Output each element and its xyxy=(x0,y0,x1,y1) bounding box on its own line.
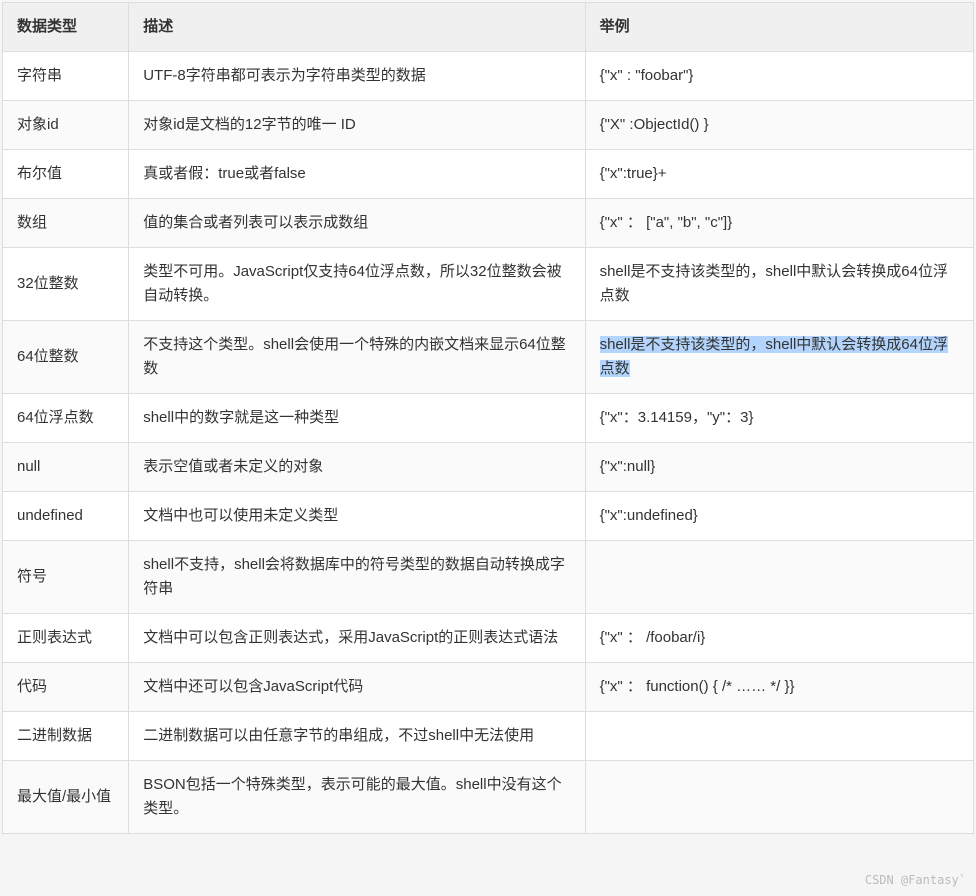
cell-type: 字符串 xyxy=(3,52,129,101)
table-header-row: 数据类型 描述 举例 xyxy=(3,3,974,52)
cell-type: 布尔值 xyxy=(3,150,129,199)
table-row: null表示空值或者未定义的对象{"x":null} xyxy=(3,443,974,492)
watermark: CSDN @Fantasy` xyxy=(865,871,966,890)
cell-example: {"x" : "foobar"} xyxy=(585,52,973,101)
cell-type: 数组 xyxy=(3,199,129,248)
cell-type: 32位整数 xyxy=(3,248,129,321)
cell-example: {"x":undefined} xyxy=(585,492,973,541)
table-row: 字符串UTF-8字符串都可表示为字符串类型的数据{"x" : "foobar"} xyxy=(3,52,974,101)
cell-example: {"x" ： ["a", "b", "c"]} xyxy=(585,199,973,248)
cell-example xyxy=(585,712,973,761)
cell-desc: 真或者假：true或者false xyxy=(129,150,585,199)
cell-desc: 二进制数据可以由任意字节的串组成，不过shell中无法使用 xyxy=(129,712,585,761)
table-row: 数组值的集合或者列表可以表示成数组{"x" ： ["a", "b", "c"]} xyxy=(3,199,974,248)
cell-desc: 不支持这个类型。shell会使用一个特殊的内嵌文档来显示64位整数 xyxy=(129,321,585,394)
cell-desc: 文档中也可以使用未定义类型 xyxy=(129,492,585,541)
cell-example xyxy=(585,761,973,834)
cell-example: {"x"：3.14159，"y"：3} xyxy=(585,394,973,443)
cell-type: 对象id xyxy=(3,101,129,150)
header-desc: 描述 xyxy=(129,3,585,52)
cell-example: {"X" :ObjectId() } xyxy=(585,101,973,150)
cell-type: 二进制数据 xyxy=(3,712,129,761)
cell-example: shell是不支持该类型的，shell中默认会转换成64位浮点数 xyxy=(585,321,973,394)
cell-desc: 类型不可用。JavaScript仅支持64位浮点数，所以32位整数会被自动转换。 xyxy=(129,248,585,321)
cell-type: 最大值/最小值 xyxy=(3,761,129,834)
table-row: 正则表达式文档中可以包含正则表达式，采用JavaScript的正则表达式语法{"… xyxy=(3,614,974,663)
cell-desc: shell不支持，shell会将数据库中的符号类型的数据自动转换成字符串 xyxy=(129,541,585,614)
table-row: undefined文档中也可以使用未定义类型{"x":undefined} xyxy=(3,492,974,541)
cell-type: 正则表达式 xyxy=(3,614,129,663)
table-row: 代码文档中还可以包含JavaScript代码{"x" ： function() … xyxy=(3,663,974,712)
cell-desc: BSON包括一个特殊类型，表示可能的最大值。shell中没有这个类型。 xyxy=(129,761,585,834)
cell-desc: 表示空值或者未定义的对象 xyxy=(129,443,585,492)
table-row: 最大值/最小值BSON包括一个特殊类型，表示可能的最大值。shell中没有这个类… xyxy=(3,761,974,834)
cell-example: {"x" ： function() { /* …… */ }} xyxy=(585,663,973,712)
cell-desc: 值的集合或者列表可以表示成数组 xyxy=(129,199,585,248)
table-row: 布尔值真或者假：true或者false{"x":true}+ xyxy=(3,150,974,199)
cell-type: undefined xyxy=(3,492,129,541)
table-row: 64位浮点数shell中的数字就是这一种类型{"x"：3.14159，"y"：3… xyxy=(3,394,974,443)
cell-desc: shell中的数字就是这一种类型 xyxy=(129,394,585,443)
data-types-table: 数据类型 描述 举例 字符串UTF-8字符串都可表示为字符串类型的数据{"x" … xyxy=(2,2,974,834)
cell-type: 64位浮点数 xyxy=(3,394,129,443)
cell-type: 64位整数 xyxy=(3,321,129,394)
highlighted-text: shell是不支持该类型的，shell中默认会转换成64位浮点数 xyxy=(600,336,948,377)
cell-desc: 文档中可以包含正则表达式，采用JavaScript的正则表达式语法 xyxy=(129,614,585,663)
cell-desc: 文档中还可以包含JavaScript代码 xyxy=(129,663,585,712)
header-example: 举例 xyxy=(585,3,973,52)
table-row: 32位整数类型不可用。JavaScript仅支持64位浮点数，所以32位整数会被… xyxy=(3,248,974,321)
table-row: 64位整数不支持这个类型。shell会使用一个特殊的内嵌文档来显示64位整数 sh… xyxy=(3,321,974,394)
cell-example: shell是不支持该类型的，shell中默认会转换成64位浮点数 xyxy=(585,248,973,321)
cell-example: {"x":true}+ xyxy=(585,150,973,199)
cell-type: 符号 xyxy=(3,541,129,614)
table-row: 二进制数据二进制数据可以由任意字节的串组成，不过shell中无法使用 xyxy=(3,712,974,761)
cell-type: 代码 xyxy=(3,663,129,712)
cell-desc: 对象id是文档的12字节的唯一 ID xyxy=(129,101,585,150)
cell-example xyxy=(585,541,973,614)
cell-example: {"x":null} xyxy=(585,443,973,492)
cell-type: null xyxy=(3,443,129,492)
header-type: 数据类型 xyxy=(3,3,129,52)
cell-desc: UTF-8字符串都可表示为字符串类型的数据 xyxy=(129,52,585,101)
cell-example: {"x" ： /foobar/i} xyxy=(585,614,973,663)
table-row: 符号shell不支持，shell会将数据库中的符号类型的数据自动转换成字符串 xyxy=(3,541,974,614)
table-row: 对象id对象id是文档的12字节的唯一 ID{"X" :ObjectId() } xyxy=(3,101,974,150)
